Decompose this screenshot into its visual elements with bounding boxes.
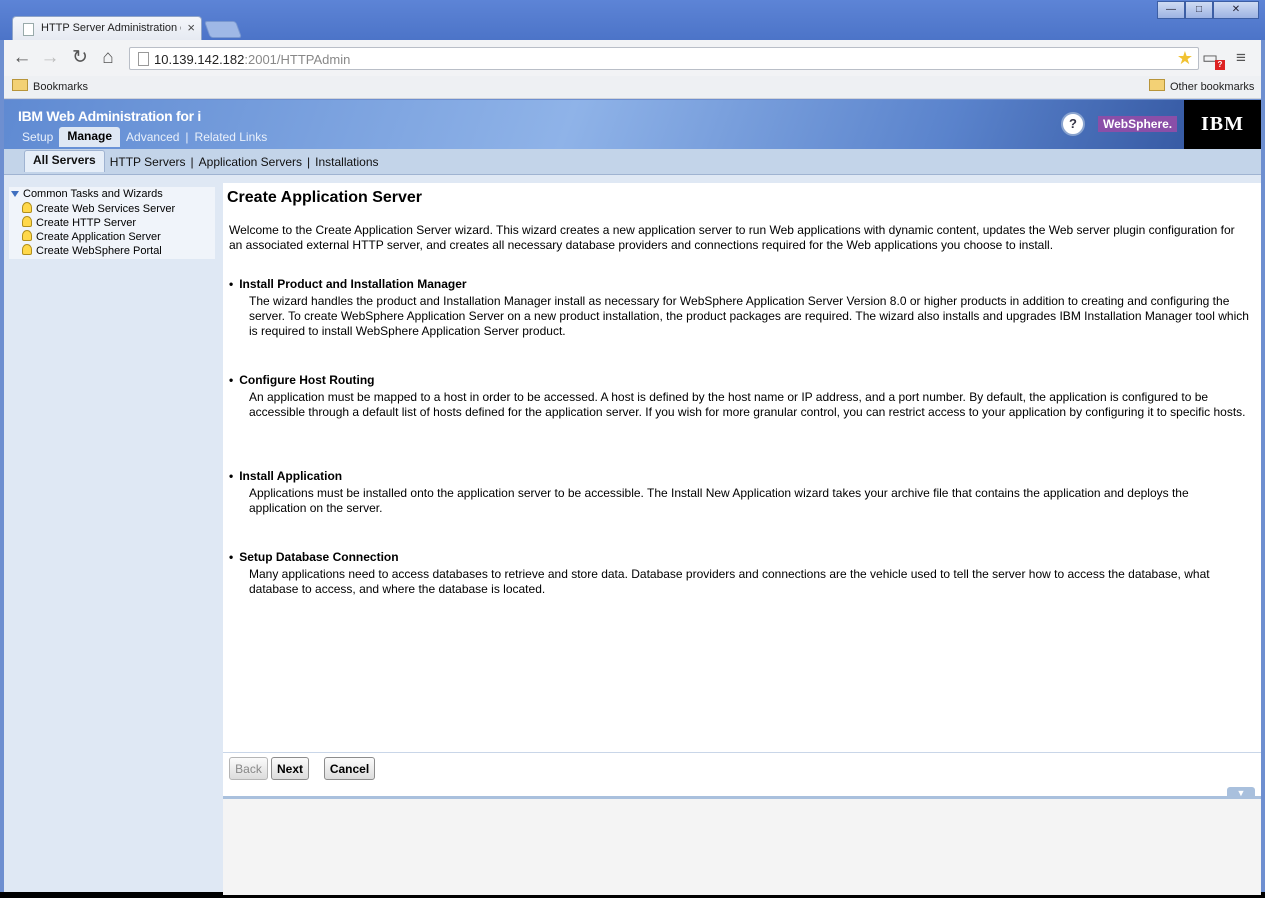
other-bookmarks-folder[interactable]: Other bookmarks [1149, 79, 1254, 93]
sidebar-item-create-websphere-portal[interactable]: Create WebSphere Portal [22, 244, 162, 257]
tab-all-servers[interactable]: All Servers [24, 150, 105, 172]
address-bar[interactable]: 10.139.142.182:2001/HTTPAdmin ★ [129, 47, 1199, 70]
wizard-icon [22, 216, 32, 227]
section-heading: Setup Database Connection [229, 550, 1249, 564]
section-text: An application must be mapped to a host … [249, 390, 1246, 419]
folder-icon [12, 79, 28, 91]
close-tab-icon[interactable]: × [187, 20, 195, 35]
folder-icon [1149, 79, 1165, 91]
browser-toolbar: ← → ↻ ⌂ 10.139.142.182:2001/HTTPAdmin ★ … [4, 40, 1261, 76]
forward-arrow-icon[interactable]: → [38, 46, 62, 70]
intro-text: Welcome to the Create Application Server… [229, 223, 1235, 252]
maximize-icon[interactable]: □ [1185, 1, 1213, 19]
wizard-icon [22, 244, 32, 255]
tab-setup[interactable]: Setup [16, 129, 59, 147]
menu-icon[interactable]: ≡ [1236, 48, 1246, 68]
section-heading: Configure Host Routing [229, 373, 1249, 387]
bookmarks-bar: Bookmarks Other bookmarks [4, 76, 1261, 99]
message-pane: ▼ [223, 787, 1261, 895]
collapse-icon[interactable]: ▼ [1227, 787, 1255, 799]
content-area: Common Tasks and Wizards Create Web Serv… [4, 175, 1261, 895]
section-text: Many applications need to access databas… [249, 567, 1210, 596]
page-icon [23, 23, 34, 36]
back-button[interactable]: Back [229, 757, 268, 780]
section-text: Applications must be installed onto the … [249, 486, 1189, 515]
tab-manage[interactable]: Manage [59, 127, 121, 147]
url-text: 10.139.142.182:2001/HTTPAdmin [154, 52, 351, 67]
window-controls: — □ ✕ [1157, 1, 1259, 19]
ibm-logo: IBM [1184, 100, 1261, 149]
back-arrow-icon[interactable]: ← [10, 46, 34, 70]
minimize-icon[interactable]: — [1157, 1, 1185, 19]
tab-application-servers[interactable]: Application Servers [194, 153, 307, 172]
tab-strip: HTTP Server Administration on × — □ ✕ [0, 0, 1265, 40]
websphere-logo: WebSphere. [1098, 116, 1178, 132]
page-icon [138, 52, 149, 66]
section-heading: Install Product and Installation Manager [229, 277, 1249, 291]
bookmarks-folder[interactable]: Bookmarks [12, 79, 88, 93]
section-install-product: Install Product and Installation Manager… [229, 277, 1249, 339]
tab-related-links[interactable]: Related Links [189, 129, 274, 147]
main-panel: Create Application Server Welcome to the… [223, 183, 1261, 895]
cancel-button[interactable]: Cancel [324, 757, 375, 780]
app-title: IBM Web Administration for i [18, 108, 201, 124]
sidebar-group[interactable]: Common Tasks and Wizards [11, 188, 163, 200]
browser-tab[interactable]: HTTP Server Administration on × [12, 16, 202, 40]
sidebar-item-create-web-services-server[interactable]: Create Web Services Server [22, 202, 175, 215]
tab-title: HTTP Server Administration on [41, 22, 181, 34]
sidebar-item-create-application-server[interactable]: Create Application Server [22, 230, 161, 243]
warning-badge: ? [1215, 60, 1225, 70]
next-button[interactable]: Next [271, 757, 309, 780]
tab-advanced[interactable]: Advanced [120, 129, 185, 147]
section-configure-host-routing: Configure Host Routing An application mu… [229, 373, 1249, 420]
page-title: Create Application Server [227, 189, 423, 206]
section-text: The wizard handles the product and Insta… [249, 294, 1249, 338]
wizard-icon [22, 230, 32, 241]
app-header: IBM Web Administration for i Setup Manag… [4, 100, 1261, 149]
browser-window: HTTP Server Administration on × — □ ✕ ← … [0, 0, 1265, 895]
bookmark-star-icon[interactable]: ★ [1177, 48, 1193, 69]
section-heading: Install Application [229, 469, 1249, 483]
section-install-application: Install Application Applications must be… [229, 469, 1249, 516]
close-window-icon[interactable]: ✕ [1213, 1, 1259, 19]
reload-icon[interactable]: ↻ [68, 46, 92, 70]
tab-installations[interactable]: Installations [310, 153, 383, 172]
wizard-icon [22, 202, 32, 213]
new-tab-button[interactable] [203, 21, 243, 38]
tab-http-servers[interactable]: HTTP Servers [105, 153, 191, 172]
button-bar: Back Next Cancel [223, 752, 1261, 797]
main-nav: Setup Manage Advanced | Related Links [16, 127, 274, 147]
section-setup-database: Setup Database Connection Many applicati… [229, 550, 1249, 597]
help-icon[interactable]: ? [1061, 112, 1085, 136]
sidebar: Common Tasks and Wizards Create Web Serv… [9, 187, 215, 259]
home-icon[interactable]: ⌂ [96, 46, 120, 70]
sidebar-item-create-http-server[interactable]: Create HTTP Server [22, 216, 136, 229]
expand-triangle-icon[interactable] [11, 191, 19, 197]
sub-nav: All Servers HTTP Servers | Application S… [4, 149, 1261, 175]
